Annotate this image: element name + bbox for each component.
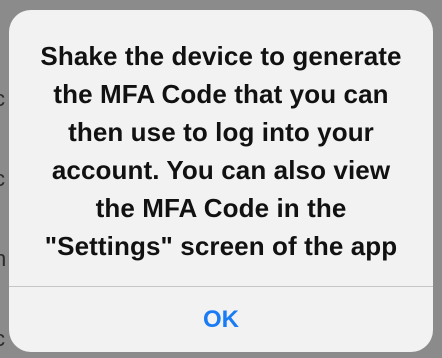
alert-message-line: the MFA Code in the [95,193,347,223]
alert-message-line: account. You can also view [51,155,391,185]
alert-dialog: Shake the device to generate the MFA Cod… [9,10,433,352]
alert-message-line: Shake the device to generate [40,41,402,71]
alert-message-line: then use to log into your [68,117,374,147]
alert-message-line: the MFA Code that you can [53,79,389,109]
background-glyph: c [0,86,5,112]
background-glyph: c [0,326,5,352]
alert-message: Shake the device to generate the MFA Cod… [25,37,417,265]
alert-message-line: "Settings" screen of the app [44,231,398,261]
ok-button[interactable]: OK [9,287,433,352]
background-glyph: n [0,246,7,271]
background-glyph: c [0,166,5,192]
